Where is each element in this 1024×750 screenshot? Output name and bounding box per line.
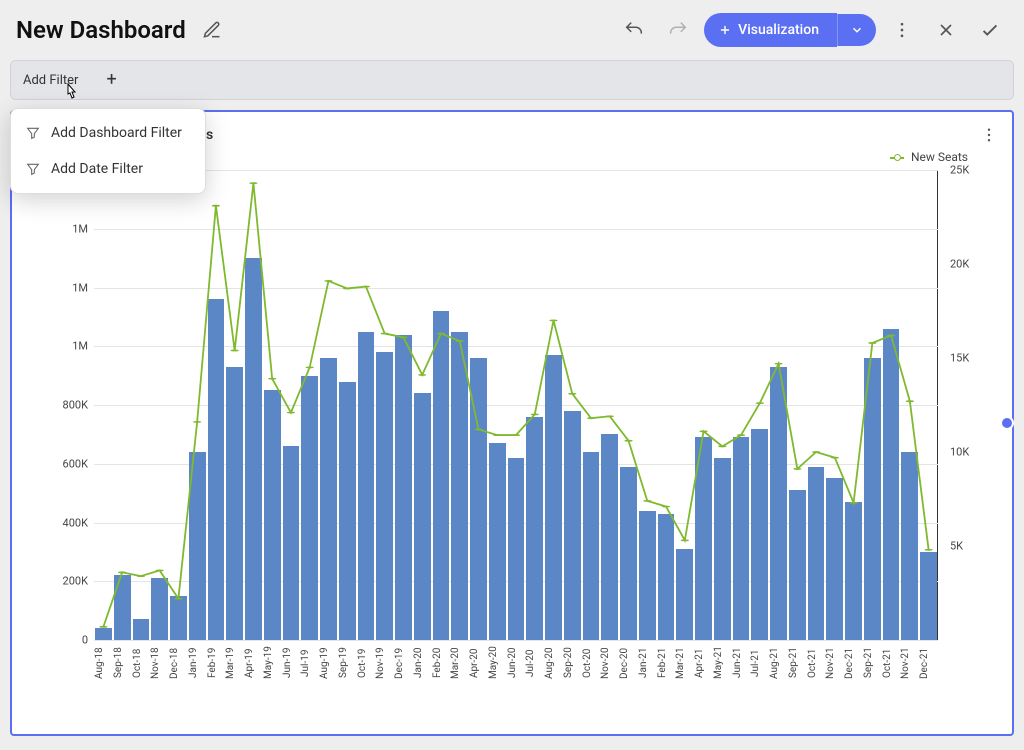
- x-tick-label: Jun-21: [732, 640, 751, 690]
- x-tick-label: Oct-18: [132, 640, 151, 690]
- chart-more-button[interactable]: [980, 126, 998, 144]
- x-tick-label: Sep-21: [863, 640, 882, 690]
- add-filter-button[interactable]: Add Filter +: [10, 60, 1014, 100]
- y1-tick-label: 400K: [26, 516, 88, 529]
- x-tick-label: Jul-20: [525, 640, 544, 690]
- y1-tick-label: 1M: [26, 340, 88, 353]
- x-tick-label: Mar-20: [450, 640, 469, 690]
- x-tick-label: May-20: [488, 640, 507, 690]
- x-tick-label: Jul-19: [300, 640, 319, 690]
- x-tick-label: Sep-20: [563, 640, 582, 690]
- y2-tick-label: 25K: [944, 164, 998, 177]
- pencil-icon: [202, 20, 222, 40]
- check-icon: [979, 19, 1001, 41]
- x-tick-label: Feb-20: [432, 640, 451, 690]
- x-tick-label: Apr-21: [694, 640, 713, 690]
- chart-plot: Aug-18Sep-18Oct-18Nov-18Dec-18Jan-19Feb-…: [26, 170, 998, 690]
- x-tick-label: Aug-21: [769, 640, 788, 690]
- x-tick-label: Dec-20: [619, 640, 638, 690]
- filter-menu: Add Dashboard Filter Add Date Filter: [10, 108, 206, 194]
- filter-bar: Add Filter + Add Dashboard Filter Add Da…: [0, 60, 1024, 110]
- chart-card[interactable]: s New Seats Aug-18Sep-18Oct-18Nov-18Dec-…: [10, 110, 1014, 736]
- x-tick-label: Nov-21: [900, 640, 919, 690]
- x-tick-label: Dec-21: [844, 640, 863, 690]
- plus-icon: [718, 23, 732, 37]
- y1-tick-label: 1M: [26, 281, 88, 294]
- x-tick-label: Jan-21: [638, 640, 657, 690]
- x-tick-label: May-21: [713, 640, 732, 690]
- visualization-dropdown-button[interactable]: [837, 14, 876, 46]
- vertical-dots-icon: [892, 20, 912, 40]
- confirm-button[interactable]: [972, 12, 1008, 48]
- legend-swatch-line-icon: [890, 157, 904, 159]
- x-tick-label: Aug-19: [319, 640, 338, 690]
- redo-icon: [667, 19, 689, 41]
- x-tick-label: Dec-18: [169, 640, 188, 690]
- resize-handle-right[interactable]: [1000, 416, 1014, 430]
- x-tick-label: Jan-19: [188, 640, 207, 690]
- x-tick-label: Apr-19: [244, 640, 263, 690]
- y2-tick-label: 10K: [944, 446, 998, 459]
- vertical-dots-icon: [980, 126, 998, 144]
- visualization-button-group: Visualization: [704, 13, 876, 47]
- line-layer: [94, 170, 938, 640]
- close-button[interactable]: [928, 12, 964, 48]
- plus-icon: +: [106, 71, 116, 89]
- x-tick-label: Nov-19: [375, 640, 394, 690]
- x-tick-label: Apr-20: [469, 640, 488, 690]
- undo-button[interactable]: [616, 12, 652, 48]
- y1-tick-label: 800K: [26, 399, 88, 412]
- x-tick-label: Nov-21: [825, 640, 844, 690]
- redo-button[interactable]: [660, 12, 696, 48]
- y1-tick-label: 1M: [26, 222, 88, 235]
- x-tick-label: Jan-20: [413, 640, 432, 690]
- y2-tick-label: 5K: [944, 540, 998, 553]
- x-tick-label: Nov-18: [150, 640, 169, 690]
- x-tick-label: Oct-21: [807, 640, 826, 690]
- add-visualization-button[interactable]: Visualization: [704, 13, 837, 47]
- y1-tick-label: 600K: [26, 457, 88, 470]
- x-tick-label: Feb-21: [657, 640, 676, 690]
- chevron-down-icon: [850, 23, 864, 37]
- header: New Dashboard Visualization: [0, 0, 1024, 60]
- x-tick-label: Feb-19: [207, 640, 226, 690]
- x-tick-label: Mar-19: [225, 640, 244, 690]
- x-tick-label: Mar-21: [675, 640, 694, 690]
- x-tick-label: Sep-19: [338, 640, 357, 690]
- x-tick-label: Aug-18: [94, 640, 113, 690]
- more-button[interactable]: [884, 12, 920, 48]
- x-tick-label: Sep-18: [113, 640, 132, 690]
- x-tick-label: Oct-20: [582, 640, 601, 690]
- x-tick-label: Aug-20: [544, 640, 563, 690]
- legend-label-new-seats: New Seats: [911, 150, 968, 164]
- x-tick-label: Dec-21: [919, 640, 938, 690]
- x-tick-label: Oct-21: [882, 640, 901, 690]
- x-tick-label: Jun-20: [507, 640, 526, 690]
- x-tick-label: May-19: [263, 640, 282, 690]
- menu-item-add-date-filter[interactable]: Add Date Filter: [11, 151, 205, 187]
- x-tick-label: Jun-19: [282, 640, 301, 690]
- x-tick-label: Sep-21: [788, 640, 807, 690]
- x-tick-label: Oct-19: [357, 640, 376, 690]
- y1-tick-label: 0: [26, 634, 88, 647]
- filter-icon: [25, 125, 41, 141]
- x-tick-label: Nov-20: [600, 640, 619, 690]
- y2-tick-label: 20K: [944, 258, 998, 271]
- menu-item-add-dashboard-filter[interactable]: Add Dashboard Filter: [11, 115, 205, 151]
- visualization-label: Visualization: [738, 22, 819, 38]
- y2-tick-label: 15K: [944, 352, 998, 365]
- x-tick-label: Jul-21: [750, 640, 769, 690]
- edit-title-button[interactable]: [194, 12, 230, 48]
- x-tick-label: Dec-19: [394, 640, 413, 690]
- y1-tick-label: 200K: [26, 575, 88, 588]
- filter-icon: [25, 161, 41, 177]
- undo-icon: [623, 19, 645, 41]
- cursor-pointer-icon: [62, 82, 80, 104]
- page-title: New Dashboard: [16, 16, 186, 44]
- close-icon: [936, 20, 956, 40]
